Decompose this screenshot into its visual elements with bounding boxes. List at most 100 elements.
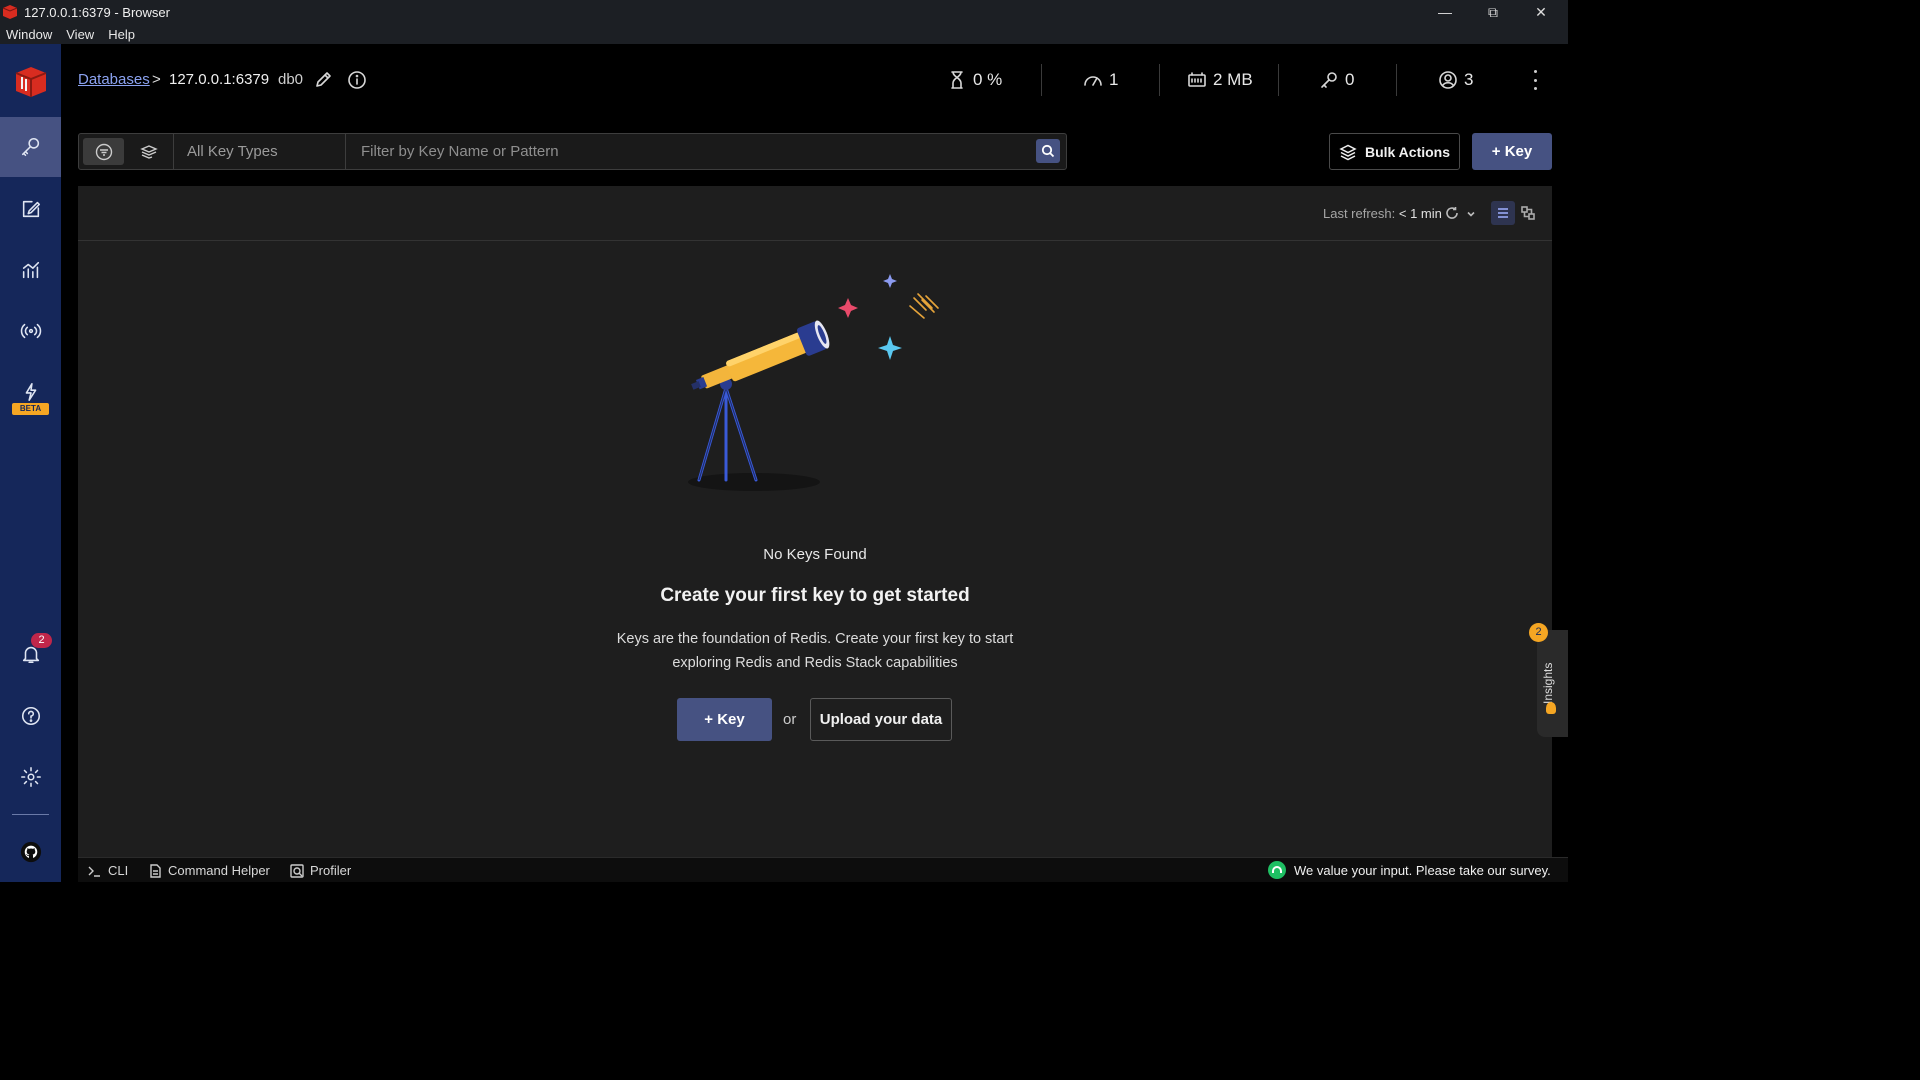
nav-help[interactable] (0, 686, 61, 746)
refresh-icon (1446, 207, 1458, 219)
close-window-button[interactable]: ✕ (1517, 0, 1565, 24)
tree-view-button[interactable] (1516, 201, 1540, 225)
redis-app-icon (2, 5, 18, 19)
analytics-icon (22, 261, 39, 279)
nav-settings[interactable] (0, 747, 61, 807)
search-icon (1041, 144, 1055, 158)
edit-db-button[interactable] (313, 70, 333, 90)
last-refresh: Last refresh: < 1 min (1323, 206, 1442, 221)
user-circle-icon (1439, 71, 1457, 89)
list-icon (1498, 208, 1508, 218)
search-button[interactable] (1036, 139, 1060, 163)
window-titlebar: 127.0.0.1:6379 - Browser — ⧉ ✕ (0, 0, 1568, 24)
menu-view[interactable]: View (66, 27, 94, 42)
keys-panel: Last refresh: < 1 min No Keys Found Crea… (78, 186, 1552, 857)
search-mode-button[interactable] (128, 138, 169, 165)
minimize-button[interactable]: — (1421, 0, 1469, 24)
empty-state-or: or (783, 711, 797, 728)
upload-data-button[interactable]: Upload your data (810, 698, 952, 741)
telescope-illustration (688, 274, 939, 491)
profiler-button[interactable]: Profiler (290, 863, 351, 878)
window-title: 127.0.0.1:6379 - Browser (24, 4, 170, 20)
broadcast-icon (20, 323, 41, 339)
bulk-actions-label: Bulk Actions (1364, 143, 1451, 160)
gear-icon (20, 767, 41, 787)
lightning-gear-icon (25, 382, 36, 402)
survey-label: We value your input. Please take our sur… (1294, 862, 1551, 878)
lightbulb-icon (1546, 702, 1556, 714)
empty-state-description: Keys are the foundation of Redis. Create… (616, 631, 1014, 671)
menu-help[interactable]: Help (108, 27, 135, 42)
add-key-button[interactable]: + Key (1472, 133, 1552, 170)
keys-panel-header: Last refresh: < 1 min (78, 186, 1552, 241)
empty-state-headline: Create your first key to get started (660, 585, 970, 606)
cli-label: CLI (108, 863, 129, 878)
notifications-badge: 2 (31, 633, 52, 648)
restore-button[interactable]: ⧉ (1469, 0, 1517, 24)
bulk-actions-button[interactable]: Bulk Actions (1329, 133, 1460, 170)
nav-notifications[interactable] (0, 624, 61, 684)
document-icon (150, 863, 161, 878)
stat-divider (1278, 64, 1279, 96)
filter-mode-button[interactable] (83, 138, 124, 165)
cli-button[interactable]: CLI (88, 863, 128, 878)
key-icon (21, 137, 39, 157)
key-type-select[interactable]: All Key Types (173, 134, 346, 169)
tree-icon (1521, 206, 1535, 220)
beta-badge: BETA (12, 403, 49, 415)
nav-browser[interactable] (0, 117, 61, 177)
survey-link[interactable]: We value your input. Please take our sur… (1268, 861, 1551, 879)
menubar: Window View Help (0, 24, 1568, 44)
stat-cpu-value: 0 % (973, 70, 1003, 89)
filter-icon (95, 143, 112, 160)
last-refresh-value: < 1 min (1398, 206, 1442, 221)
refresh-button[interactable] (1444, 205, 1460, 221)
stat-memory: 2 MB (1187, 68, 1253, 92)
stat-clients: 3 (1438, 68, 1473, 92)
nav-pubsub[interactable] (0, 301, 61, 361)
profiler-label: Profiler (310, 863, 352, 878)
filter-bar: All Key Types (78, 133, 1067, 170)
hourglass-icon (951, 71, 963, 89)
auto-refresh-dropdown[interactable] (1465, 207, 1477, 219)
survey-icon (1268, 861, 1286, 879)
stat-keys-value: 0 (1345, 70, 1355, 89)
database-index: db0 (278, 71, 304, 88)
more-menu-button[interactable] (1527, 70, 1543, 90)
stat-divider (1159, 64, 1160, 96)
stat-memory-value: 2 MB (1213, 70, 1253, 89)
stat-clients-value: 3 (1464, 70, 1474, 89)
terminal-icon (88, 866, 100, 877)
nav-github[interactable] (0, 822, 61, 882)
edit-square-icon (22, 200, 40, 218)
stat-cpu: 0 % (947, 68, 1002, 92)
stat-ops-value: 1 (1109, 70, 1119, 89)
redis-logo[interactable] (0, 44, 61, 117)
list-view-button[interactable] (1491, 201, 1515, 225)
chevron-down-icon (1467, 211, 1475, 217)
key-filter-input[interactable] (347, 134, 1033, 169)
top-header: Databases > 127.0.0.1:6379 db0 0 % 1 2 M… (61, 44, 1568, 117)
sidebar: BETA 2 (0, 44, 61, 882)
layers-search-icon (139, 144, 158, 159)
key-icon (1321, 72, 1337, 88)
bottom-bar: CLI Command Helper Profiler We value you… (78, 857, 1568, 882)
insights-badge: 2 (1529, 623, 1548, 642)
speedometer-icon (1084, 76, 1102, 86)
empty-state-title: No Keys Found (763, 546, 867, 563)
stat-keys: 0 (1319, 68, 1354, 92)
breadcrumb-separator: > (152, 71, 161, 88)
empty-add-key-button[interactable]: + Key (677, 698, 772, 741)
menu-window[interactable]: Window (6, 27, 52, 42)
breadcrumb-databases-link[interactable]: Databases (78, 71, 150, 88)
stat-ops: 1 (1083, 68, 1118, 92)
help-circle-icon (21, 706, 40, 726)
nav-workbench[interactable] (0, 179, 61, 239)
db-info-button[interactable] (347, 70, 367, 90)
info-icon (348, 71, 366, 89)
browser-toolbar: All Key Types Bulk Actions + Key (61, 117, 1568, 186)
last-refresh-label: Last refresh: (1323, 206, 1396, 221)
nav-analysis[interactable] (0, 240, 61, 300)
command-helper-button[interactable]: Command Helper (148, 863, 270, 878)
layers-icon (1339, 144, 1357, 160)
